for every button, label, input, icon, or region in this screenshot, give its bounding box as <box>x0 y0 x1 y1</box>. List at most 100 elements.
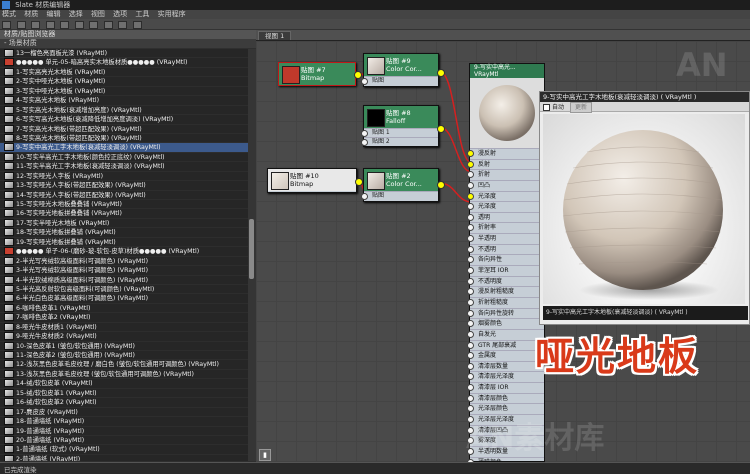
material-list-item[interactable]: 5-写实高光木地板(衰减增加亮度) (VRayMtl) <box>0 105 248 116</box>
material-list-scrollbar[interactable] <box>248 49 256 461</box>
material-list-item[interactable]: 2-写实中哑光木地板 (VRayMtl) <box>0 77 248 87</box>
material-list-item[interactable]: 15-绒/软包皮革1 (VRayMtl) <box>0 388 248 399</box>
node-map10-header[interactable]: 贴图 #10 Bitmap <box>268 169 356 191</box>
node-map9[interactable]: 贴图 #9 Color Cor... 贴图 <box>361 53 445 87</box>
port-socket[interactable] <box>467 277 474 285</box>
port-socket[interactable] <box>467 267 474 275</box>
node-map8[interactable]: 贴图 #8 Falloff 贴图 1 贴图 2 <box>361 105 445 147</box>
port-socket[interactable] <box>361 193 368 200</box>
vray-port[interactable]: 清漆层数量 <box>467 360 544 372</box>
node-map8-output[interactable] <box>437 125 445 133</box>
material-list-item[interactable]: 2-半光写亮绒软高级面料(可调颜色) (VRayMtl) <box>0 256 248 267</box>
material-list-item[interactable]: 13-浅灰黑色皮革毛皮纹理 (皱包/软包通用可调颜色) (VRayMtl) <box>0 369 248 380</box>
node-map7-output[interactable] <box>354 71 362 79</box>
menu-tools[interactable]: 工具 <box>135 10 149 18</box>
material-list-item[interactable]: 17-写实半哑光木地板 (VRayMtl) <box>0 218 248 229</box>
vray-port[interactable]: 清漆层光泽度 <box>467 371 544 382</box>
scrollbar-thumb[interactable] <box>249 219 254 279</box>
vray-port[interactable]: GTR 尾部衰减 <box>467 339 544 351</box>
port-socket[interactable] <box>467 320 474 328</box>
port-socket[interactable] <box>467 235 474 243</box>
vray-port[interactable]: 折射率 <box>467 222 544 233</box>
node-map2[interactable]: 贴图 #2 Color Cor... 贴图 <box>361 168 445 202</box>
port-socket[interactable] <box>467 309 474 317</box>
material-list-item[interactable]: 20-普通墙纸 (VRayMtl) <box>0 435 248 446</box>
material-list-item[interactable]: 4-写实高光木地板 (VRayMtl) <box>0 96 248 106</box>
material-list-item[interactable]: 11-写实半高光工字木地板(衰减轻淡调淡) (VRayMtl) <box>0 162 248 172</box>
tab-view-1[interactable]: 视图 1 <box>258 31 292 40</box>
menu-mode[interactable]: 模式 <box>2 10 16 18</box>
node-map9-port[interactable]: 贴图 <box>361 76 438 85</box>
vray-port[interactable]: 清漆层颜色 <box>467 392 544 404</box>
material-list-item[interactable]: 19-普通墙纸 (VRayMtl) <box>0 426 248 436</box>
port-socket[interactable] <box>467 330 474 338</box>
menu-material[interactable]: 材质 <box>24 10 38 18</box>
material-list-item[interactable]: 9-写实中高光工字木地板(衰减轻淡调淡) (VRayMtl) <box>0 143 248 153</box>
port-socket[interactable] <box>467 181 474 189</box>
show-map-icon[interactable] <box>60 21 70 29</box>
vray-port[interactable]: 光泽度 <box>467 190 544 202</box>
parameter-editor-icon[interactable] <box>132 21 142 29</box>
port-socket[interactable] <box>361 139 368 146</box>
menu-select[interactable]: 选择 <box>69 10 83 18</box>
port-socket[interactable] <box>467 192 474 200</box>
material-list-item[interactable]: 9-哑光牛皮材质2 (VRayMtl) <box>0 332 248 342</box>
node-map2-output[interactable] <box>437 181 445 189</box>
port-socket[interactable] <box>467 203 474 211</box>
vray-port[interactable]: 不透明 <box>467 243 544 255</box>
material-list-item[interactable]: 18-普通墙纸 (VRayMtl) <box>0 417 248 427</box>
port-socket[interactable] <box>467 298 474 306</box>
port-socket[interactable] <box>467 384 474 392</box>
vray-port[interactable]: 漫反射粗糙度 <box>467 286 544 297</box>
material-list-item[interactable]: 10-写实半高光工字木地板(颜色控正底纹) (VRayMtl) <box>0 152 248 163</box>
port-socket[interactable] <box>467 394 474 402</box>
node-map10[interactable]: 贴图 #10 Bitmap <box>267 168 363 193</box>
port-socket[interactable] <box>467 288 474 296</box>
assign-material-icon[interactable] <box>16 21 26 29</box>
delete-icon[interactable] <box>31 21 41 29</box>
material-list-item[interactable]: ●●●●● 单元-05-暗高亮实木地板材质●●●●● (VRayMtl) <box>0 58 248 68</box>
show-background-icon[interactable] <box>74 21 84 29</box>
vray-port[interactable]: 各向异性旋转 <box>467 307 544 319</box>
port-socket[interactable] <box>467 256 474 264</box>
auto-checkbox[interactable] <box>543 104 550 111</box>
material-list-item[interactable]: 19-写实哑光地板拼叠铺 (VRayMtl) <box>0 237 248 248</box>
vray-port[interactable]: 折射 <box>467 169 544 180</box>
port-socket[interactable] <box>467 341 474 349</box>
menu-view[interactable]: 视图 <box>91 10 105 18</box>
material-list-item[interactable]: 6-写实写高光木地板(衰减降低增加亮度调淡) (VRayMtl) <box>0 115 248 125</box>
scene-materials-group[interactable]: - 场景材质 <box>0 39 256 48</box>
material-list-item[interactable]: 8-写实高光木地板(带超匹配效果) (VRayMtl) <box>0 133 248 144</box>
node-map8-port-1[interactable]: 贴图 1 <box>361 128 438 137</box>
material-list-item[interactable]: 3-半光写亮绒软高级面料(可调颜色) (VRayMtl) <box>0 266 248 276</box>
material-list-item[interactable]: 3-写实中哑光木地板 (VRayMtl) <box>0 86 248 97</box>
port-socket[interactable] <box>467 373 474 381</box>
node-vraymtl[interactable]: 9-写实中高光... VRayMtl 漫反射 反射 折射 凹凸 光泽度 光泽度 透明 折射率 半透… <box>467 63 545 462</box>
vray-port[interactable]: 光泽度 <box>467 201 544 212</box>
port-socket[interactable] <box>361 78 368 85</box>
port-socket[interactable] <box>361 130 368 137</box>
port-socket[interactable] <box>467 405 474 413</box>
vray-port[interactable]: 折射粗糙度 <box>467 296 544 308</box>
material-list-item[interactable]: ●●●●● 单子-06-(磨砂-玻-软包-皮草)材质●●●●● (VRayMtl… <box>0 247 248 257</box>
material-list-item[interactable]: 11-深色皮革2 (皱包/软包通用) (VRayMtl) <box>0 351 248 361</box>
material-list-item[interactable]: 2-普通墙纸 (VRayMtl) <box>0 454 248 461</box>
vray-port[interactable]: 清漆层 IOR <box>467 382 544 393</box>
node-map8-port-2[interactable]: 贴图 2 <box>361 137 438 146</box>
material-list-item[interactable]: 1-普通墙纸 (软式) (VRayMtl) <box>0 445 248 455</box>
material-list-item[interactable]: 13一榴色亮面板光漆 (VRayMtl) <box>0 49 248 59</box>
pick-material-icon[interactable] <box>2 21 11 29</box>
vray-port[interactable]: 菲涅耳 IOR <box>467 265 544 276</box>
material-list-item[interactable]: 10-深色皮革1 (皱包/软包通用) (VRayMtl) <box>0 341 248 351</box>
material-map-navigator-icon[interactable] <box>118 21 128 29</box>
port-socket[interactable] <box>467 362 474 370</box>
node-vraymtl-header[interactable]: 9-写实中高光... VRayMtl <box>470 64 544 78</box>
material-list-item[interactable]: 13-写实哑光人字板(带超匹配效果) (VRayMtl) <box>0 181 248 191</box>
vray-port[interactable]: 烟雾颜色 <box>467 318 544 329</box>
material-list-item[interactable]: 1-写实高亮光木地板 (VRayMtl) <box>0 67 248 78</box>
material-list-item[interactable]: 17-麂皮皮 (VRayMtl) <box>0 407 248 418</box>
material-list-item[interactable]: 4-半光软绒棉质高级面料(可调颜色) (VRayMtl) <box>0 275 248 285</box>
node-map9-output[interactable] <box>437 69 445 77</box>
vray-port[interactable]: 金属度 <box>467 350 544 361</box>
vray-port[interactable]: 反射 <box>467 158 544 170</box>
